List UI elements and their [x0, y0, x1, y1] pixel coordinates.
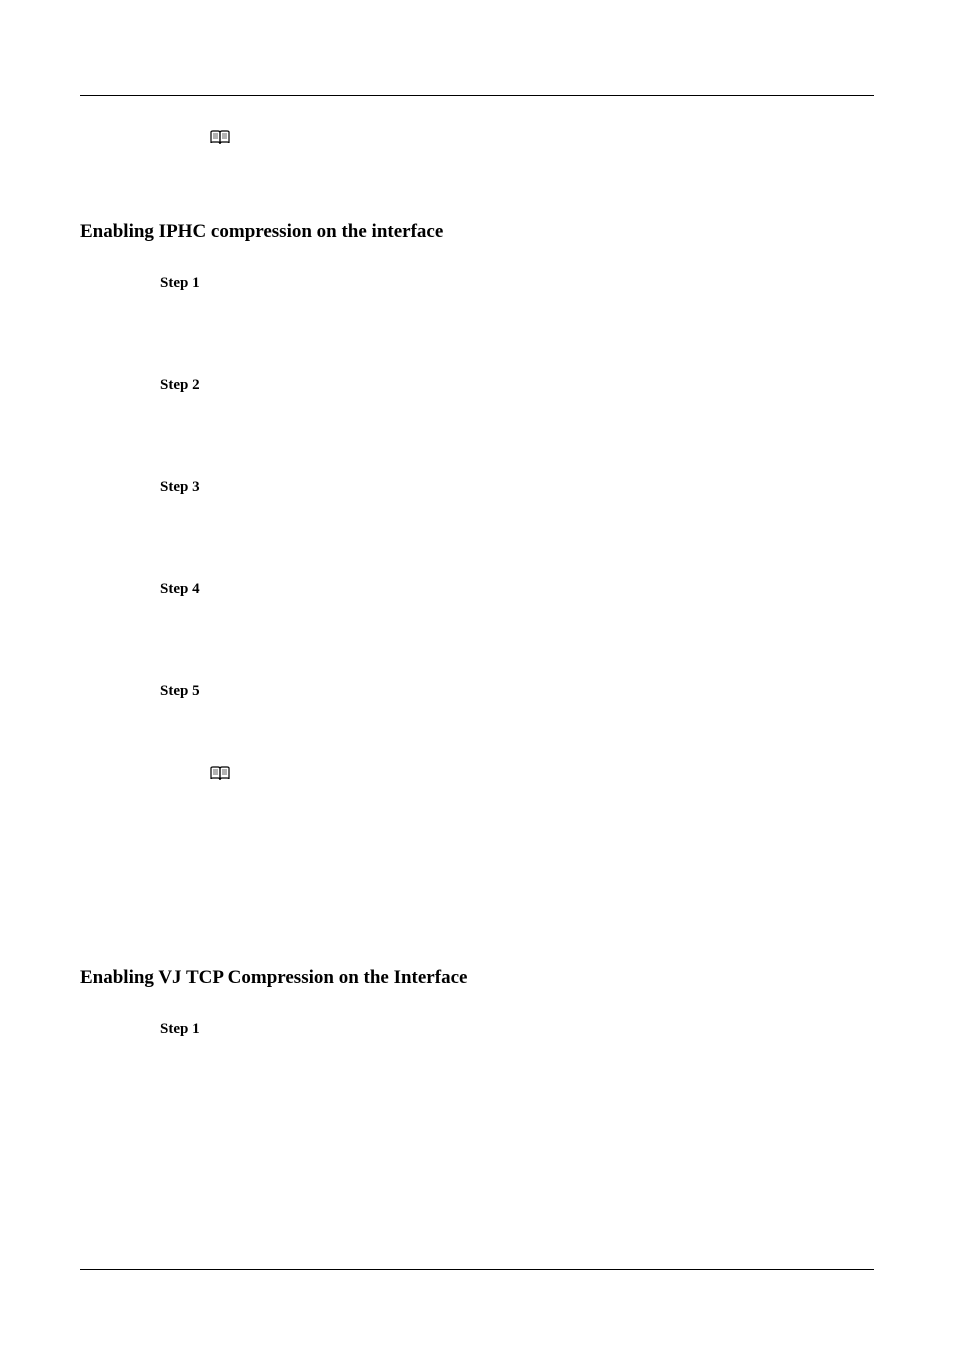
book-icon: [210, 766, 230, 787]
step-item: Step 2: [160, 377, 874, 419]
steps-list-2: Step 1: [160, 1021, 874, 1042]
step-label: Step 5: [160, 683, 215, 704]
step-item: Step 4: [160, 581, 874, 623]
footer-rule: [80, 1269, 874, 1270]
step-item: Step 1: [160, 1021, 874, 1042]
step-label: Step 3: [160, 479, 215, 521]
section-heading-iphc: Enabling IPHC compression on the interfa…: [80, 221, 874, 243]
step-item: Step 1: [160, 275, 874, 317]
header-rule: [80, 95, 874, 96]
step-content: [235, 479, 239, 521]
step-label: Step 1: [160, 275, 215, 317]
step-content: [235, 275, 239, 317]
step-item: Step 3: [160, 479, 874, 521]
step-content: [235, 581, 239, 623]
step-item: Step 5: [160, 683, 874, 704]
step-content: [235, 1021, 239, 1042]
step-label: Step 2: [160, 377, 215, 419]
note-block-2: [210, 764, 874, 877]
step-content: [235, 377, 239, 419]
steps-list-1: Step 1 Step 2 Step 3 Step 4 Step 5: [160, 275, 874, 704]
note-text: [210, 793, 874, 877]
book-icon: [210, 130, 230, 151]
step-content: [235, 683, 239, 704]
step-label: Step 1: [160, 1021, 215, 1042]
section-heading-vjtcp: Enabling VJ TCP Compression on the Inter…: [80, 967, 874, 989]
step-label: Step 4: [160, 581, 215, 623]
note-block-1: [210, 128, 874, 151]
